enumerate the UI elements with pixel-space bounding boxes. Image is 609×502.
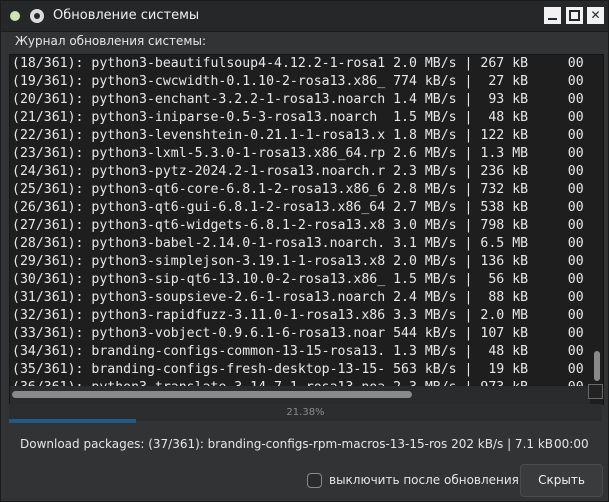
log-line: (31/361): python3-soupsieve-2.6-1-rosa13… [12, 290, 584, 305]
log-line: (35/361): branding-configs-fresh-desktop… [12, 362, 584, 377]
log-line: (18/361): python3-beautifulsoup4-4.12.2-… [12, 56, 584, 71]
maximize-button[interactable] [566, 7, 583, 24]
log-line: (30/361): python3-sip-qt6-13.10.0-2-rosa… [12, 272, 584, 287]
log-line: (25/361): python3-qt6-core-6.8.1-2-rosa1… [12, 182, 584, 197]
log-line: (22/361): python3-levenshtein-0.21.1-1-r… [12, 128, 584, 143]
log-line: (23/361): python3-lxml-5.3.0-1-rosa13.x8… [12, 146, 584, 161]
log-line: (20/361): python3-enchant-3.2.2-1-rosa13… [12, 92, 584, 107]
window-title: Обновление системы [53, 8, 200, 23]
vertical-scrollbar[interactable] [591, 55, 603, 386]
scroll-corner [588, 384, 603, 399]
log-line: (19/361): python3-cwcwidth-0.1.10-2-rosa… [12, 74, 584, 89]
shutdown-checkbox[interactable] [307, 473, 322, 488]
log-line: (24/361): python3-pytz-2024.2-1-rosa13.n… [12, 164, 584, 179]
log-line: (28/361): python3-babel-2.14.0-1-rosa13.… [12, 236, 584, 251]
log-view[interactable]: (18/361): python3-beautifulsoup4-4.12.2-… [9, 54, 604, 405]
progress-bar: 21.38% [9, 404, 602, 423]
log-line: (32/361): python3-rapidfuzz-3.11.0-1-ros… [12, 308, 584, 323]
log-line: (26/361): python3-qt6-gui-6.8.1-2-rosa13… [12, 200, 584, 215]
log-label: Журнал обновления системы: [15, 34, 206, 48]
log-text[interactable]: (18/361): python3-beautifulsoup4-4.12.2-… [12, 55, 590, 386]
log-line: (27/361): python3-qt6-widgets-6.8.1-2-ro… [12, 218, 584, 233]
horizontal-scroll-thumb[interactable] [12, 391, 412, 398]
app-icon [30, 9, 44, 23]
minimize-button[interactable] [544, 7, 561, 24]
log-line: (21/361): python3-iniparse-0.5-3-rosa13.… [12, 110, 584, 125]
status-text: Download packages: (37/361): branding-co… [20, 437, 554, 451]
log-line: (33/361): python3-vobject-0.9.6.1-6-rosa… [12, 326, 584, 341]
hide-button[interactable]: Скрыть [520, 464, 603, 497]
vertical-scroll-thumb[interactable] [594, 351, 600, 381]
log-line: (34/361): branding-configs-common-13-15-… [12, 344, 584, 359]
update-window: Обновление системы ✕ Журнал обновления с… [0, 0, 609, 502]
window-indicator-icon[interactable] [10, 11, 20, 21]
progress-text: 21.38% [286, 407, 325, 418]
progress-fill [9, 419, 136, 423]
log-line: (36/361): python3-translate-3.14.7-1-ros… [12, 379, 590, 386]
close-button[interactable]: ✕ [587, 7, 604, 24]
title-bar[interactable]: Обновление системы ✕ [1, 1, 608, 32]
horizontal-scrollbar[interactable] [10, 386, 590, 404]
shutdown-checkbox-label[interactable]: выключить после обновления [329, 473, 519, 487]
log-line: (29/361): python3-simplejson-3.19.1-1-ro… [12, 254, 584, 269]
status-time: 00:00 [554, 437, 589, 451]
